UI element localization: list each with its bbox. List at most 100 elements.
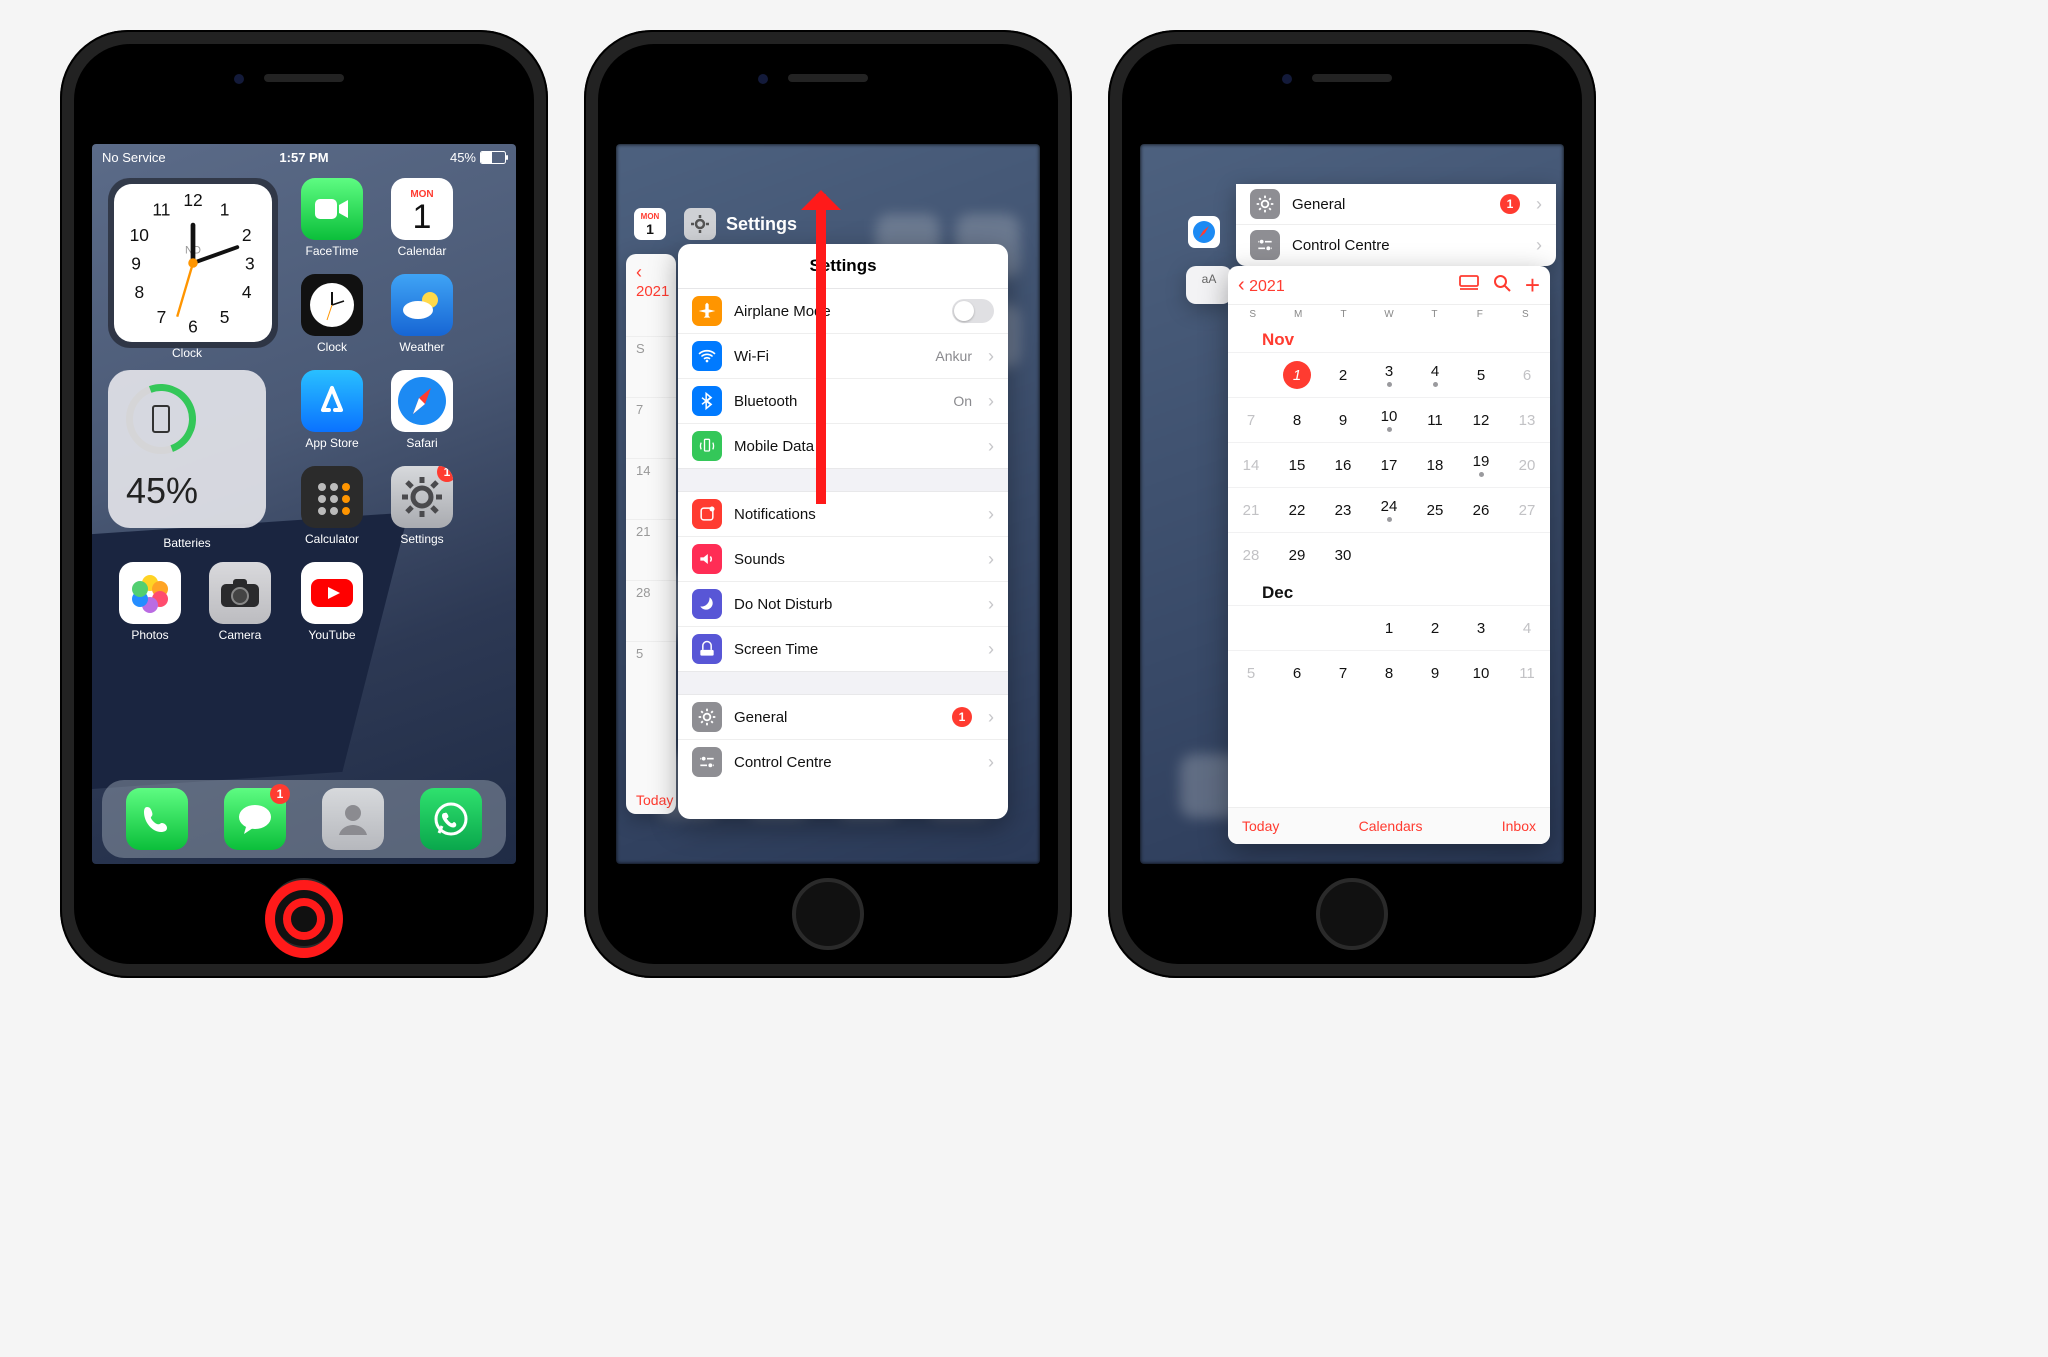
calendar-day[interactable]: 11 (1412, 397, 1458, 442)
calendar-day[interactable]: 2 (1412, 605, 1458, 650)
settings-row-general[interactable]: General1› (1236, 184, 1556, 225)
battery-widget-pct: 45% (126, 470, 198, 512)
settings-row-sounds[interactable]: Sounds› (678, 537, 1008, 582)
bt-icon (692, 386, 722, 416)
app-facetime[interactable]: FaceTime (296, 178, 368, 258)
calendar-back-year[interactable]: ‹ 2021 (1238, 274, 1285, 297)
home-button-highlight (265, 880, 343, 958)
calendar-day[interactable]: 26 (1458, 487, 1504, 532)
home-button[interactable] (792, 878, 864, 950)
home-button[interactable] (1316, 878, 1388, 950)
calendar-day[interactable]: 10 (1366, 397, 1412, 442)
calendar-day[interactable]: 25 (1412, 487, 1458, 532)
dock-whatsapp[interactable] (420, 788, 482, 850)
calendar-day[interactable]: 23 (1320, 487, 1366, 532)
badge: 1 (952, 707, 972, 727)
calendar-day[interactable]: 3 (1366, 352, 1412, 397)
app-safari[interactable]: Safari (386, 370, 458, 450)
calendar-day[interactable]: 18 (1412, 442, 1458, 487)
settings-row-control-centre[interactable]: Control Centre› (1236, 225, 1556, 265)
dock-contacts[interactable] (322, 788, 384, 850)
calendar-day[interactable]: 29 (1274, 532, 1320, 577)
add-event-button[interactable]: + (1525, 270, 1540, 301)
app-weather[interactable]: Weather (386, 274, 458, 354)
batteries-widget[interactable]: 45% (108, 370, 266, 528)
chevron-right-icon: › (988, 707, 994, 728)
settings-row-airplane-mode[interactable]: Airplane Mode (678, 289, 1008, 334)
wifi-icon (692, 341, 722, 371)
calendar-day[interactable]: 5 (1228, 650, 1274, 695)
calendar-day[interactable]: 16 (1320, 442, 1366, 487)
calendar-day[interactable]: 27 (1504, 487, 1550, 532)
calendar-day[interactable]: 8 (1274, 397, 1320, 442)
clock-widget[interactable]: 123691245781011ND (108, 178, 278, 348)
calendar-day[interactable]: 11 (1504, 650, 1550, 695)
calendar-today-button[interactable]: Today (1242, 818, 1279, 834)
settings-row-bluetooth[interactable]: BluetoothOn› (678, 379, 1008, 424)
calendar-day[interactable]: 19 (1458, 442, 1504, 487)
switcher-card-calendar[interactable]: ‹ 2021 S 7 14 21 28 5 Today (626, 254, 676, 814)
calendar-today-link[interactable]: Today (636, 792, 673, 808)
switcher-card-calendar[interactable]: ‹ 2021 + SMTWTFS Nov 1234567891011121314… (1228, 266, 1550, 844)
app-switcher[interactable]: ‹ 2021 S 7 14 21 28 5 Today MON1 Setting… (616, 144, 1040, 864)
calendar-calendars-button[interactable]: Calendars (1359, 818, 1423, 834)
switcher-card-settings-peek[interactable]: General1› Control Centre› (1236, 184, 1556, 266)
safari-icon (1188, 216, 1220, 248)
calendar-view-icon[interactable] (1459, 275, 1479, 296)
calendar-day[interactable]: 15 (1274, 442, 1320, 487)
calendar-day[interactable]: 6 (1274, 650, 1320, 695)
calendar-day[interactable]: 3 (1458, 605, 1504, 650)
calendar-day[interactable]: 1 (1366, 605, 1412, 650)
search-icon[interactable] (1493, 274, 1511, 297)
settings-row-do-not-disturb[interactable]: Do Not Disturb› (678, 582, 1008, 627)
calendar-day[interactable]: 5 (1458, 352, 1504, 397)
chevron-right-icon: › (1536, 235, 1542, 256)
calendar-inbox-button[interactable]: Inbox (1502, 818, 1536, 834)
settings-row-mobile-data[interactable]: Mobile Data› (678, 424, 1008, 468)
calendar-day[interactable]: 21 (1228, 487, 1274, 532)
dock-phone[interactable] (126, 788, 188, 850)
app-appstore[interactable]: App Store (296, 370, 368, 450)
settings-row-notifications[interactable]: Notifications› (678, 492, 1008, 537)
clock-icon (307, 280, 357, 330)
calendar-day[interactable]: 20 (1504, 442, 1550, 487)
calendar-day-today[interactable]: 1 (1274, 352, 1320, 397)
svg-text:10: 10 (130, 225, 149, 245)
calendar-day[interactable]: 4 (1504, 605, 1550, 650)
calendar-day[interactable]: 9 (1412, 650, 1458, 695)
home-screen[interactable]: No Service 1:57 PM 45% 123691245781011ND… (92, 144, 516, 864)
calendar-day[interactable]: 14 (1228, 442, 1274, 487)
app-photos[interactable]: Photos (114, 562, 186, 642)
settings-row-wi-fi[interactable]: Wi-FiAnkur› (678, 334, 1008, 379)
switcher-card-settings[interactable]: Settings Airplane Mode Wi-FiAnkur› Bluet… (678, 244, 1008, 819)
calendar-day[interactable]: 10 (1458, 650, 1504, 695)
toggle[interactable] (952, 299, 994, 323)
app-clock[interactable]: Clock (296, 274, 368, 354)
app-youtube[interactable]: YouTube (296, 562, 368, 642)
calendar-day[interactable]: 7 (1228, 397, 1274, 442)
calendar-day[interactable]: 7 (1320, 650, 1366, 695)
app-camera[interactable]: Camera (204, 562, 276, 642)
settings-row-general[interactable]: General1› (678, 695, 1008, 740)
calendar-day[interactable]: 2 (1320, 352, 1366, 397)
calendar-day[interactable]: 6 (1504, 352, 1550, 397)
calendar-day[interactable]: 8 (1366, 650, 1412, 695)
calendar-day[interactable]: 28 (1228, 532, 1274, 577)
app-switcher-2[interactable]: General1› Control Centre› aA ‹ 2021 + SM… (1140, 144, 1564, 864)
calendar-day[interactable]: 4 (1412, 352, 1458, 397)
app-calendar[interactable]: MON1Calendar (386, 178, 458, 258)
calendar-day[interactable]: 22 (1274, 487, 1320, 532)
calendar-day[interactable]: 17 (1366, 442, 1412, 487)
calendar-day[interactable]: 30 (1320, 532, 1366, 577)
calendar-day[interactable]: 13 (1504, 397, 1550, 442)
settings-row-screen-time[interactable]: Screen Time› (678, 627, 1008, 671)
calendar-day[interactable]: 24 (1366, 487, 1412, 532)
switcher-card-safari-peek[interactable]: aA (1186, 266, 1232, 304)
settings-row-control-centre[interactable]: Control Centre› (678, 740, 1008, 784)
dock-messages[interactable]: 1 (224, 788, 286, 850)
calendar-day[interactable]: 12 (1458, 397, 1504, 442)
gear-icon (692, 702, 722, 732)
app-settings[interactable]: 1Settings (386, 466, 458, 546)
calendar-day[interactable]: 9 (1320, 397, 1366, 442)
app-calculator[interactable]: Calculator (296, 466, 368, 546)
